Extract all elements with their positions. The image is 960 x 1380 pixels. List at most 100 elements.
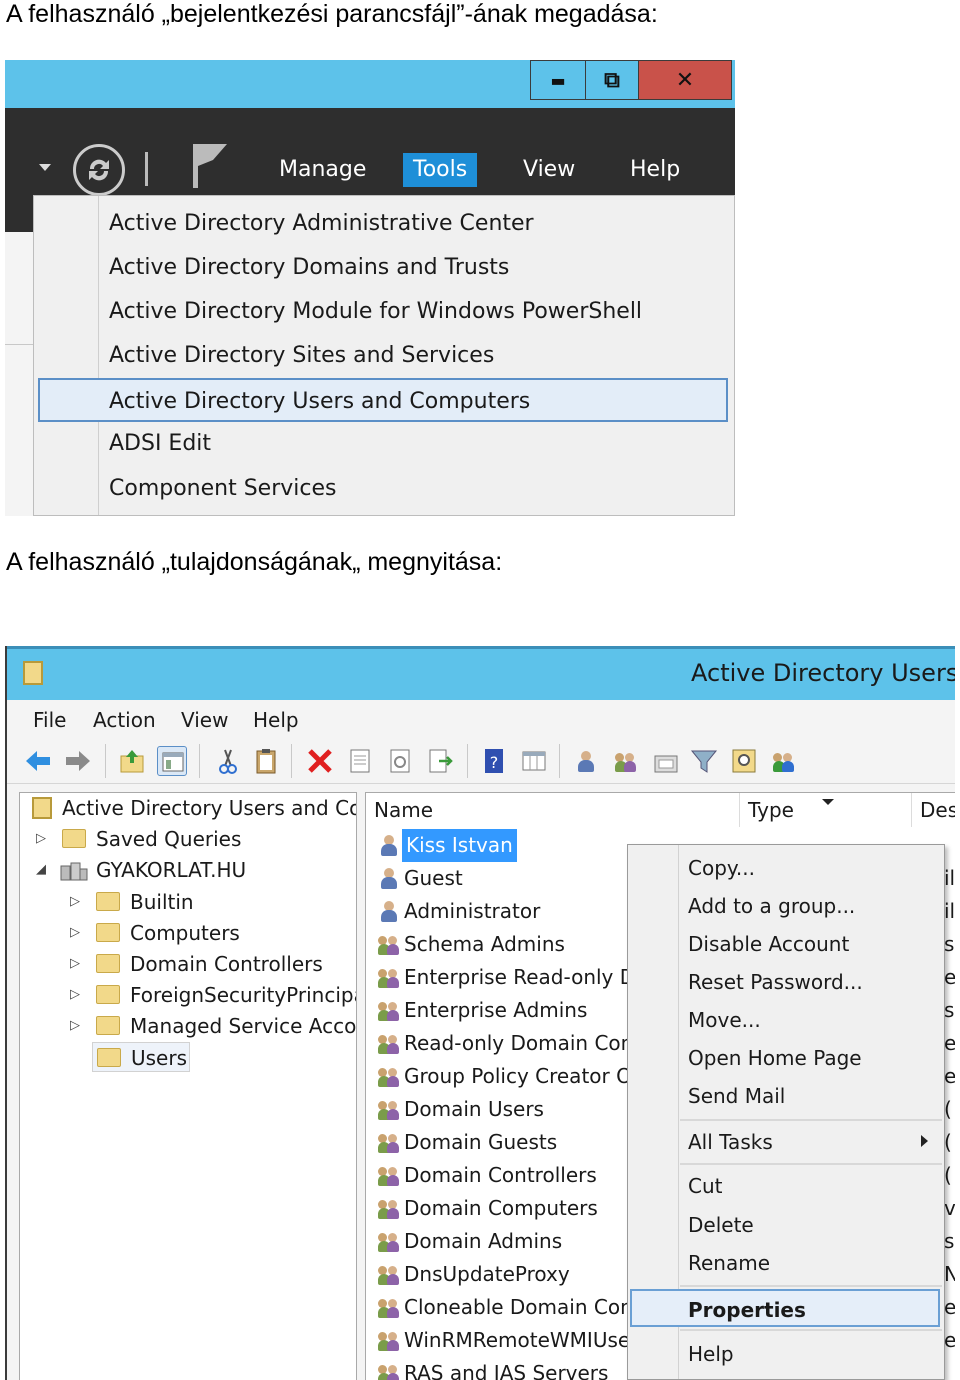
tools-item-ad-sites-services[interactable]: Active Directory Sites and Services [44,334,734,378]
dashboard-sidebar [5,232,35,516]
expand-arrow-icon[interactable]: ▷ [70,918,84,948]
filter-icon[interactable] [689,746,719,776]
sidebar-divider [5,344,35,345]
expand-arrow-icon[interactable]: ▷ [70,980,84,1010]
menu-action[interactable]: Action [93,708,156,732]
maximize-button[interactable]: ⧉ [585,60,639,100]
paste-icon[interactable] [251,746,281,776]
ctx-cut[interactable]: Cut [632,1167,940,1205]
delete-icon[interactable] [305,746,335,776]
menu-item-label: Cut [688,1174,723,1198]
menu-item-label: Active Directory Module for Windows Powe… [109,299,643,324]
tools-item-component-services[interactable]: Component Services [44,467,734,511]
dropdown-arrow-icon[interactable] [39,164,51,171]
expand-arrow-icon[interactable]: ▷ [70,887,84,917]
back-icon[interactable] [23,746,53,776]
console-tree-icon[interactable] [157,746,187,776]
menu-manage[interactable]: Manage [269,153,376,187]
row-name: WinRMRemoteWMIUser [404,1328,639,1352]
new-ou-icon[interactable] [651,746,681,776]
expand-arrow-icon[interactable]: ▷ [70,949,84,979]
tree-node-saved-queries[interactable]: ▷ Saved Queries [20,824,356,854]
ctx-add-to-group[interactable]: Add to a group... [632,887,940,925]
help-icon[interactable]: ? [479,746,509,776]
tree-node-builtin[interactable]: ▷ Builtin [20,887,356,917]
menu-help[interactable]: Help [620,153,690,187]
toolbar-separator [199,744,200,778]
tools-item-ad-admin-center[interactable]: Active Directory Administrative Center [44,202,734,246]
ctx-rename[interactable]: Rename [632,1244,940,1282]
find-icon[interactable] [729,746,759,776]
minimize-button[interactable]: ▬ [530,60,586,100]
tree-node-managed-service-accounts[interactable]: ▷ Managed Service Accoun [20,1011,357,1041]
caption-second: A felhasználó „tulajdonságának„ megnyitá… [6,548,503,576]
tree-node-domain[interactable]: ◢ GYAKORLAT.HU [20,855,356,885]
expand-arrow-icon[interactable]: ▷ [36,824,50,854]
ctx-all-tasks[interactable]: All Tasks [632,1123,940,1161]
menu-help[interactable]: Help [253,708,299,732]
new-group-icon[interactable] [611,746,641,776]
tools-item-ad-domains-trusts[interactable]: Active Directory Domains and Trusts [44,246,734,290]
ctx-move[interactable]: Move... [632,1001,940,1039]
tree-node-computers[interactable]: ▷ Computers [20,918,356,948]
menu-file[interactable]: File [33,708,66,732]
tools-item-ad-users-computers[interactable]: Active Directory Users and Computers [38,378,728,422]
group-icon [378,1297,400,1319]
toolbar-separator [559,744,560,778]
row-type: il [944,866,955,890]
view-icon[interactable] [519,746,549,776]
ctx-copy[interactable]: Copy... [632,849,940,887]
group-icon [378,1165,400,1187]
properties-icon[interactable] [345,746,375,776]
menu-item-label: Reset Password... [688,970,863,994]
row-type: er [944,1324,955,1357]
close-button[interactable]: ✕ [638,60,732,100]
expand-arrow-icon[interactable]: ▷ [70,1011,84,1041]
tree-node-label: Managed Service Accoun [130,1014,357,1038]
flag-icon[interactable] [191,142,231,190]
tools-item-adsi-edit[interactable]: ADSI Edit [44,422,734,466]
row-name: Administrator [404,899,541,923]
refresh-icon[interactable] [73,144,125,196]
ctx-send-mail[interactable]: Send Mail [632,1077,940,1115]
ctx-delete[interactable]: Delete [632,1206,940,1244]
ctx-disable-account[interactable]: Disable Account [632,925,940,963]
row-type: er [944,1060,955,1093]
tree-root[interactable]: Active Directory Users and Com [20,793,356,823]
menu-item-label: Active Directory Administrative Center [109,211,534,236]
ctx-reset-password[interactable]: Reset Password... [632,963,940,1001]
group-icon [378,1132,400,1154]
ctx-properties[interactable]: Properties [630,1289,940,1327]
column-header-name[interactable]: Name [366,793,740,827]
ctx-open-home-page[interactable]: Open Home Page [632,1039,940,1077]
menu-item-label: Move... [688,1008,761,1032]
tree-node-domain-controllers[interactable]: ▷ Domain Controllers [20,949,356,979]
minimize-icon: ▬ [550,70,566,90]
forward-icon[interactable] [63,746,93,776]
menu-tools[interactable]: Tools [403,153,478,187]
add-to-group-icon[interactable] [769,746,799,776]
folder-icon [96,985,120,1004]
group-icon [378,1264,400,1286]
row-type: ( [944,1097,952,1121]
new-user-icon[interactable] [571,746,601,776]
tools-item-ad-powershell[interactable]: Active Directory Module for Windows Powe… [44,290,734,334]
up-folder-icon[interactable] [117,746,147,776]
submenu-arrow-icon [921,1135,928,1147]
cut-icon[interactable] [213,746,243,776]
row-name: RAS and IAS Servers [404,1361,609,1380]
menu-view[interactable]: View [181,708,228,732]
export-icon[interactable] [425,746,455,776]
column-header-description[interactable]: Des [912,793,955,827]
tree-node-foreign-security-principals[interactable]: ▷ ForeignSecurityPrincipals [20,980,356,1010]
collapse-arrow-icon[interactable]: ◢ [36,855,50,885]
menu-view[interactable]: View [513,153,585,187]
refresh-icon[interactable] [385,746,415,776]
ctx-help[interactable]: Help [632,1335,940,1373]
tree-node-users[interactable]: Users [92,1042,190,1072]
row-type: ( [944,1163,952,1187]
sort-arrow-icon [822,799,834,805]
aduc-screenshot: Active Directory Users a File Action Vie… [5,646,955,1380]
row-type: il [944,899,955,923]
menu-item-label: Active Directory Sites and Services [109,343,495,368]
